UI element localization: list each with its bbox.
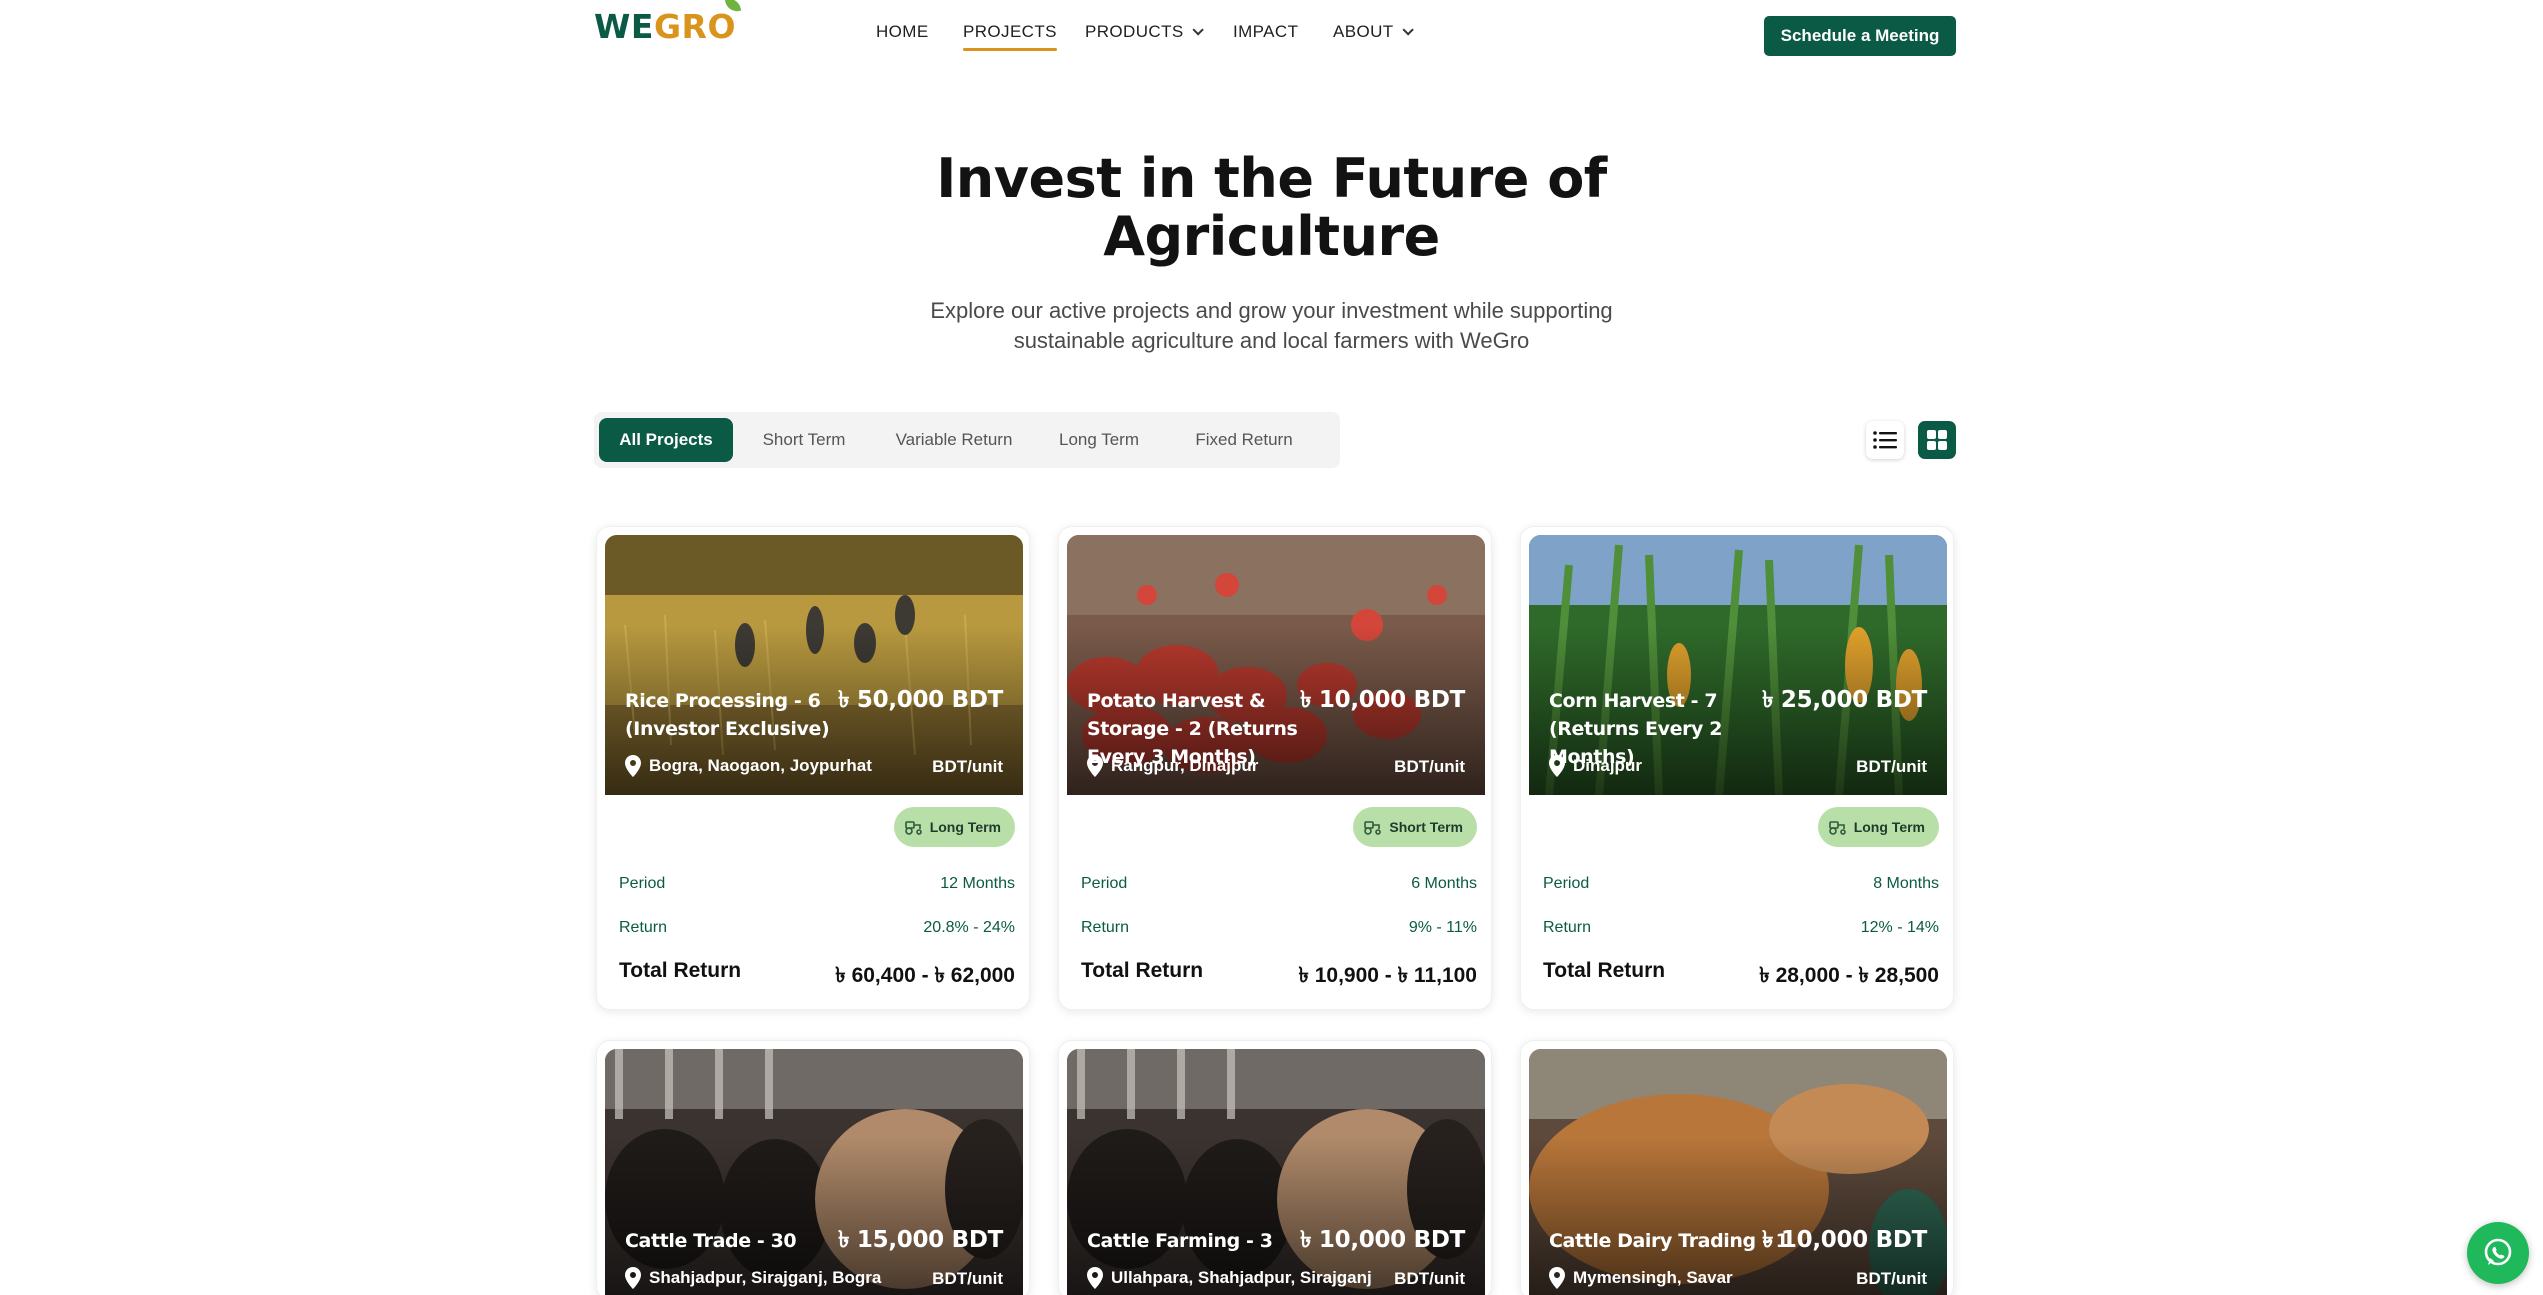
project-title: Rice Processing - 6 (Investor Exclusive) [625, 690, 830, 740]
price-unit: BDT/unit [932, 757, 1003, 776]
location-pin-icon [1549, 755, 1565, 777]
project-price: ৳ 10,000 BDT [1762, 1227, 1927, 1253]
project-card[interactable]: Cattle Farming - 3 ৳ 10,000 BDT Ullahpar… [1058, 1040, 1492, 1295]
total-return-row: Total Return ৳ 10,900 - ৳ 11,100 [1081, 959, 1477, 987]
price-unit: BDT/unit [1394, 1269, 1465, 1288]
project-price: ৳ 10,000 BDT [1300, 1227, 1465, 1253]
project-price: ৳ 50,000 BDT [838, 687, 1003, 713]
project-price: ৳ 25,000 BDT [1762, 687, 1927, 713]
nav-products[interactable]: PRODUCTS [1085, 22, 1204, 42]
nav-about-label: ABOUT [1333, 22, 1394, 41]
project-title: Cattle Farming - 3 [1087, 1230, 1273, 1252]
project-image: Cattle Farming - 3 ৳ 10,000 BDT Ullahpar… [1067, 1049, 1485, 1295]
project-image: Potato Harvest & Storage - 2 (Returns Ev… [1067, 535, 1485, 795]
nav-home-label: HOME [876, 22, 929, 41]
project-card[interactable]: Rice Processing - 6 (Investor Exclusive)… [596, 526, 1030, 1010]
location-pin-icon [1087, 1267, 1103, 1289]
location-pin-icon [1087, 755, 1103, 777]
tractor-icon [1363, 819, 1383, 835]
project-image: Cattle Trade - 30 ৳ 15,000 BDT Shahjadpu… [605, 1049, 1023, 1295]
price-unit: BDT/unit [1856, 757, 1927, 776]
period-row: Period 12 Months [619, 875, 1015, 892]
period-row: Period 8 Months [1543, 875, 1939, 892]
project-price: ৳ 10,000 BDT [1300, 687, 1465, 713]
project-image: Cattle Dairy Trading - 1 ৳ 10,000 BDT My… [1529, 1049, 1947, 1295]
tractor-icon [904, 819, 924, 835]
whatsapp-icon [2484, 1238, 2512, 1266]
tractor-icon [1828, 819, 1848, 835]
chevron-down-icon [1192, 24, 1204, 36]
location-pin-icon [625, 1267, 641, 1289]
project-location: Mymensingh, Savar [1549, 1267, 1733, 1289]
nav-projects[interactable]: PROJECTS [963, 22, 1057, 51]
nav-impact-label: IMPACT [1233, 22, 1299, 41]
project-location: Dinajpur [1549, 755, 1642, 777]
term-badge: Long Term [893, 807, 1015, 847]
nav-home[interactable]: HOME [876, 22, 929, 42]
project-card[interactable]: Potato Harvest & Storage - 2 (Returns Ev… [1058, 526, 1492, 1010]
location-pin-icon [1549, 1267, 1565, 1289]
grid-view-button[interactable] [1918, 421, 1956, 459]
filter-all-projects[interactable]: All Projects [599, 418, 733, 462]
return-row: Return 12% - 14% [1543, 919, 1939, 936]
filter-short-term[interactable]: Short Term [740, 418, 868, 462]
project-image: Rice Processing - 6 (Investor Exclusive)… [605, 535, 1023, 795]
project-title: Cattle Dairy Trading - 1 [1549, 1230, 1789, 1252]
term-badge: Long Term [1817, 807, 1939, 847]
total-return-row: Total Return ৳ 28,000 - ৳ 28,500 [1543, 959, 1939, 987]
project-location: Ullahpara, Shahjadpur, Sirajganj [1087, 1267, 1372, 1289]
return-row: Return 20.8% - 24% [619, 919, 1015, 936]
project-card[interactable]: Cattle Trade - 30 ৳ 15,000 BDT Shahjadpu… [596, 1040, 1030, 1295]
nav-projects-label: PROJECTS [963, 22, 1057, 41]
project-image: Corn Harvest - 7 (Returns Every 2 Months… [1529, 535, 1947, 795]
term-badge: Short Term [1353, 807, 1477, 847]
project-card[interactable]: Corn Harvest - 7 (Returns Every 2 Months… [1520, 526, 1954, 1010]
top-nav: WE GRO HOME PROJECTS PRODUCTS IMPACT ABOU… [0, 0, 2543, 70]
project-card[interactable]: Cattle Dairy Trading - 1 ৳ 10,000 BDT My… [1520, 1040, 1954, 1295]
price-unit: BDT/unit [1394, 757, 1465, 776]
nav-products-label: PRODUCTS [1085, 22, 1184, 41]
page-title: Invest in the Future of Agriculture [936, 147, 1607, 268]
location-pin-icon [625, 755, 641, 777]
project-location: Rangpur, Dinajpur [1087, 755, 1258, 777]
wegro-logo[interactable]: WE GRO [594, 0, 742, 46]
project-price: ৳ 15,000 BDT [838, 1227, 1003, 1253]
return-row: Return 9% - 11% [1081, 919, 1477, 936]
grid-view-icon [1927, 430, 1947, 450]
page-subtitle: Explore our active projects and grow you… [930, 298, 1613, 353]
filter-fixed-return[interactable]: Fixed Return [1164, 418, 1324, 462]
list-view-icon [1873, 431, 1897, 449]
schedule-meeting-button[interactable]: Schedule a Meeting [1764, 16, 1956, 56]
filter-tabs: All Projects Short Term Variable Return … [594, 412, 1340, 468]
filter-long-term[interactable]: Long Term [1038, 418, 1160, 462]
price-unit: BDT/unit [932, 1269, 1003, 1288]
project-title: Cattle Trade - 30 [625, 1230, 797, 1252]
chevron-down-icon [1402, 24, 1414, 36]
project-location: Bogra, Naogaon, Joypurhat [625, 755, 872, 777]
nav-about[interactable]: ABOUT [1333, 22, 1414, 42]
project-location: Shahjadpur, Sirajganj, Bogra [625, 1267, 881, 1289]
total-return-row: Total Return ৳ 60,400 - ৳ 62,000 [619, 959, 1015, 987]
price-unit: BDT/unit [1856, 1269, 1927, 1288]
filter-variable-return[interactable]: Variable Return [874, 418, 1034, 462]
nav-impact[interactable]: IMPACT [1233, 22, 1298, 42]
period-row: Period 6 Months [1081, 875, 1477, 892]
list-view-button[interactable] [1866, 421, 1904, 459]
whatsapp-chat-button[interactable] [2467, 1222, 2529, 1284]
